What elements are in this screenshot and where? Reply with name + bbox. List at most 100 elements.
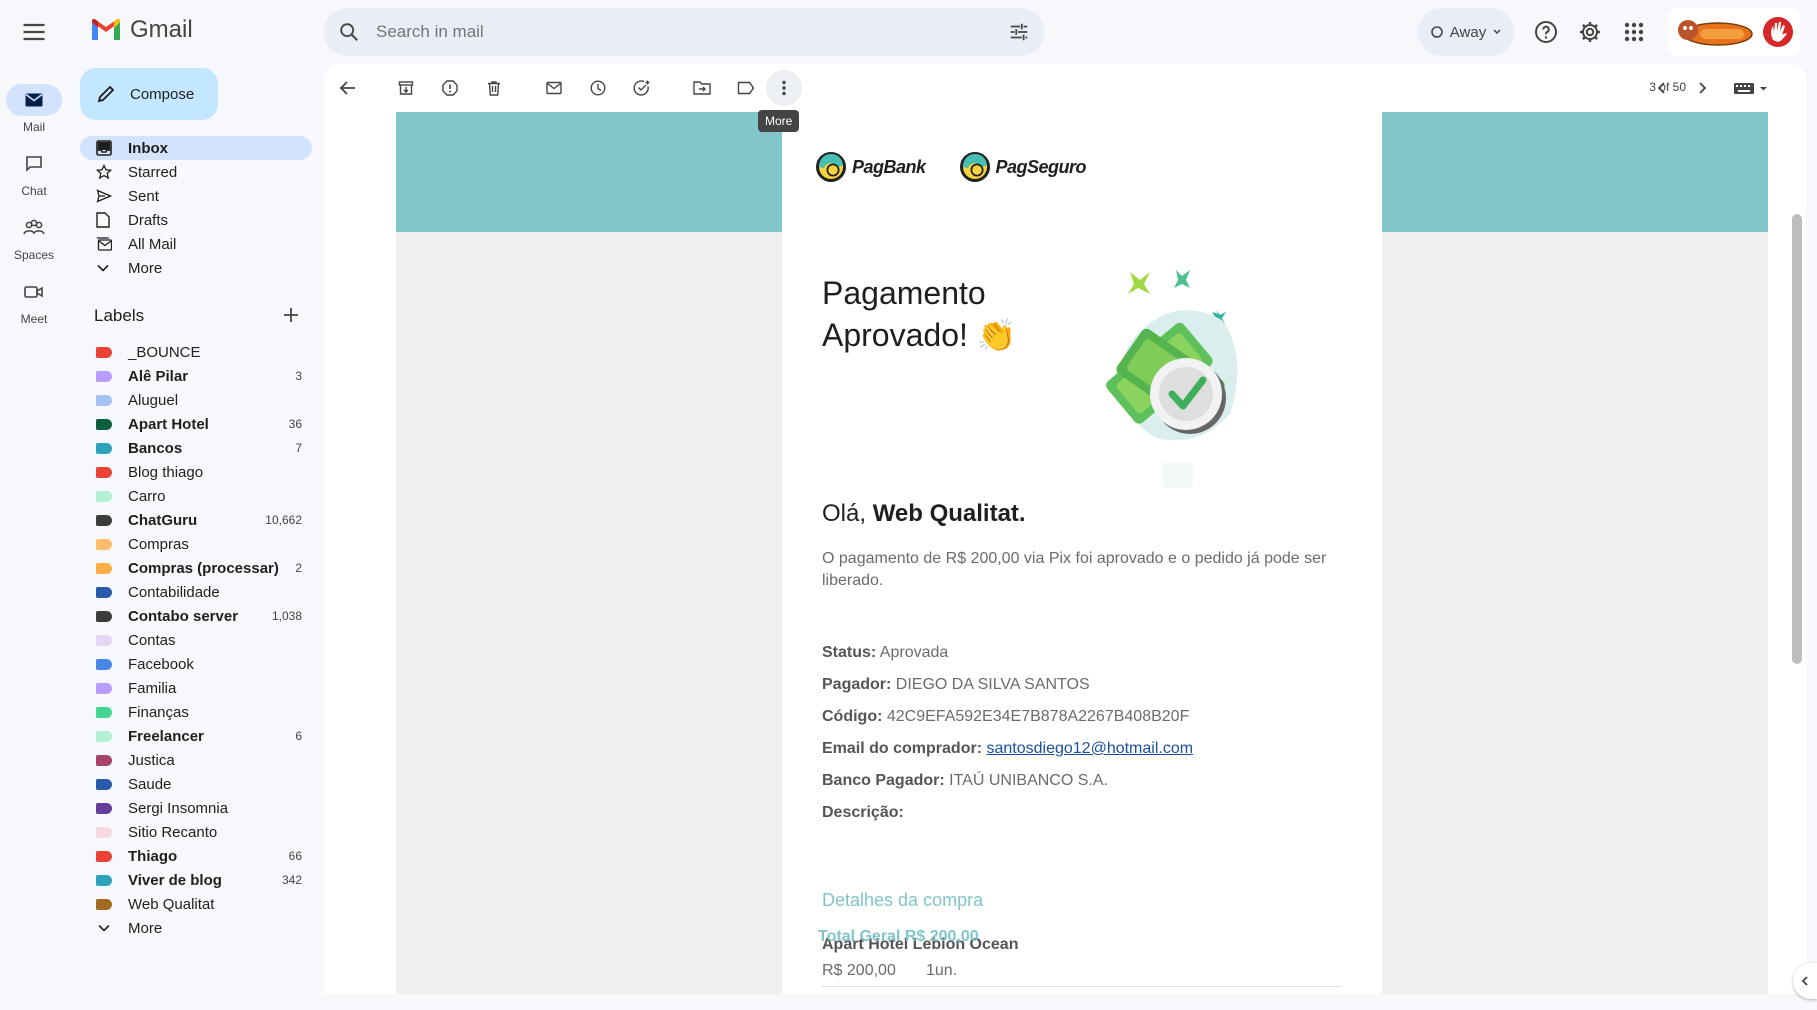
label-tag-icon bbox=[96, 346, 112, 358]
label-item[interactable]: Facebook bbox=[96, 652, 302, 676]
label-item[interactable]: Bancos 7 bbox=[96, 436, 302, 460]
product-price: R$ 200,00 bbox=[822, 962, 896, 979]
search-options-icon[interactable] bbox=[1008, 21, 1030, 43]
add-label-button[interactable] bbox=[282, 306, 300, 327]
more-vert-icon bbox=[782, 80, 786, 96]
label-item[interactable]: Contabo server 1,038 bbox=[96, 604, 302, 628]
scrollbar-thumb[interactable] bbox=[1792, 214, 1802, 664]
mark-unread-button[interactable] bbox=[542, 76, 566, 100]
rail-meet-label: Meet bbox=[20, 312, 48, 326]
input-tools-button[interactable] bbox=[1730, 76, 1774, 100]
label-item[interactable]: Web Qualitat bbox=[96, 892, 302, 916]
delete-button[interactable] bbox=[482, 76, 506, 100]
account-switcher[interactable] bbox=[1668, 8, 1800, 56]
search-icon[interactable] bbox=[338, 21, 360, 43]
add-to-tasks-button[interactable] bbox=[630, 76, 654, 100]
apps-button[interactable] bbox=[1616, 14, 1652, 50]
chat-icon bbox=[6, 148, 62, 180]
field-bank: Banco Pagador: ITAÚ UNIBANCO S.A. bbox=[822, 772, 1108, 790]
main-menu-button[interactable] bbox=[20, 18, 48, 46]
settings-button[interactable] bbox=[1572, 14, 1608, 50]
rail-chat[interactable]: Chat bbox=[0, 148, 68, 198]
label-item[interactable]: Blog thiago bbox=[96, 460, 302, 484]
move-to-button[interactable] bbox=[690, 76, 714, 100]
label-item[interactable]: Justica bbox=[96, 748, 302, 772]
rail-meet[interactable]: Meet bbox=[0, 276, 68, 326]
avatar[interactable] bbox=[1762, 16, 1794, 48]
field-description-label: Descrição: bbox=[822, 804, 904, 821]
snooze-button[interactable] bbox=[586, 76, 610, 100]
search-input[interactable] bbox=[374, 21, 1008, 43]
label-item[interactable]: Contas bbox=[96, 628, 302, 652]
pagbank-wordmark: PagBank bbox=[852, 156, 926, 177]
nav-drafts[interactable]: Drafts bbox=[80, 208, 312, 232]
nav-sent-label: Sent bbox=[128, 187, 159, 205]
label-item[interactable]: Apart Hotel 36 bbox=[96, 412, 302, 436]
label-item[interactable]: Viver de blog 342 bbox=[96, 868, 302, 892]
label-name: Web Qualitat bbox=[128, 895, 215, 913]
pagbank-logo: PagBank bbox=[814, 150, 926, 184]
label-item[interactable]: Aluguel bbox=[96, 388, 302, 412]
label-item[interactable]: Sitio Recanto bbox=[96, 820, 302, 844]
label-tag-icon bbox=[96, 730, 112, 742]
label-item[interactable]: Alê Pilar 3 bbox=[96, 364, 302, 388]
label-tag-icon bbox=[96, 610, 112, 622]
label-item[interactable]: Carro bbox=[96, 484, 302, 508]
report-spam-button[interactable] bbox=[438, 76, 462, 100]
label-item[interactable]: More bbox=[96, 916, 302, 940]
total-divider bbox=[822, 986, 1342, 987]
rail-spaces[interactable]: Spaces bbox=[0, 212, 68, 262]
label-name: Thiago bbox=[128, 847, 178, 865]
compose-button[interactable]: Compose bbox=[80, 68, 218, 120]
more-button[interactable] bbox=[766, 70, 802, 106]
label-item[interactable]: Thiago 66 bbox=[96, 844, 302, 868]
older-button[interactable] bbox=[1690, 76, 1714, 100]
label-name: _BOUNCE bbox=[128, 343, 201, 361]
label-item[interactable]: Freelancer 6 bbox=[96, 724, 302, 748]
nav-starred[interactable]: Starred bbox=[80, 160, 312, 184]
hamburger-icon bbox=[23, 23, 45, 41]
label-item[interactable]: Finanças bbox=[96, 700, 302, 724]
apps-grid-icon bbox=[1624, 22, 1644, 42]
label-name: Sitio Recanto bbox=[128, 823, 218, 841]
label-name: Viver de blog bbox=[128, 871, 222, 889]
field-status-value: Aprovada bbox=[879, 644, 949, 661]
label-tag-icon bbox=[96, 634, 112, 646]
gmail-logo[interactable]: Gmail bbox=[90, 16, 193, 44]
label-item[interactable]: Compras (processar) 2 bbox=[96, 556, 302, 580]
rail-mail[interactable]: Mail bbox=[0, 84, 68, 134]
status-selector[interactable]: Away bbox=[1418, 8, 1514, 56]
label-tag-icon bbox=[96, 538, 112, 550]
more-tooltip: More bbox=[758, 110, 800, 132]
support-button[interactable] bbox=[1528, 14, 1564, 50]
label-item[interactable]: _BOUNCE bbox=[96, 340, 302, 364]
label-item[interactable]: Sergi Insomnia bbox=[96, 796, 302, 820]
nav-more[interactable]: More bbox=[80, 256, 312, 280]
nav-all-mail[interactable]: All Mail bbox=[80, 232, 312, 256]
greeting: Olá, Web Qualitat. bbox=[822, 500, 1026, 528]
newer-button[interactable] bbox=[1650, 76, 1674, 100]
label-name: Carro bbox=[128, 487, 166, 505]
greeting-name: Web Qualitat. bbox=[872, 500, 1026, 527]
label-item[interactable]: Familia bbox=[96, 676, 302, 700]
label-item[interactable]: Contabilidade bbox=[96, 580, 302, 604]
labels-button[interactable] bbox=[734, 76, 758, 100]
label-item[interactable]: Saude bbox=[96, 772, 302, 796]
message-pane: 3 of 50 PagBank PagSeguro Pagamento Apro… bbox=[324, 64, 1806, 994]
back-button[interactable] bbox=[336, 76, 360, 100]
archive-button[interactable] bbox=[394, 76, 418, 100]
product-quantity: 1un. bbox=[926, 962, 958, 979]
label-tag-icon bbox=[96, 466, 112, 478]
chevron-down-icon bbox=[1493, 29, 1501, 35]
nav-sent[interactable]: Sent bbox=[80, 184, 312, 208]
label-item[interactable]: ChatGuru 10,662 bbox=[96, 508, 302, 532]
arrow-left-icon bbox=[339, 81, 355, 95]
label-item[interactable]: Compras bbox=[96, 532, 302, 556]
field-payer: Pagador: DIEGO DA SILVA SANTOS bbox=[822, 676, 1090, 694]
label-count: 66 bbox=[288, 849, 302, 863]
field-status: Status: Aprovada bbox=[822, 644, 948, 662]
nav-inbox[interactable]: Inbox bbox=[80, 136, 312, 160]
search-bar[interactable] bbox=[324, 8, 1044, 56]
buyer-email-link[interactable]: santosdiego12@hotmail.com bbox=[986, 740, 1193, 757]
label-name: Apart Hotel bbox=[128, 415, 209, 433]
